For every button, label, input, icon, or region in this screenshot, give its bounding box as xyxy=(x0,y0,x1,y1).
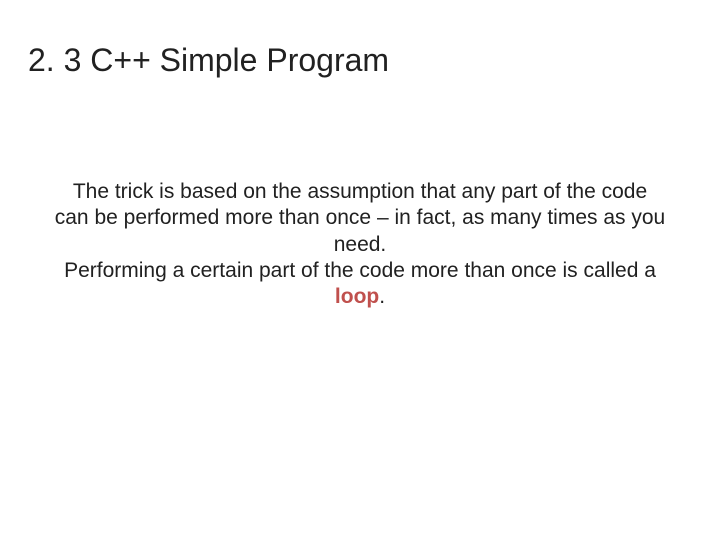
slide-body: The trick is based on the assumption tha… xyxy=(28,179,692,310)
p2-post-text: . xyxy=(379,285,385,308)
slide-title: 2. 3 C++ Simple Program xyxy=(28,42,692,79)
body-paragraph-1: The trick is based on the assumption tha… xyxy=(54,179,666,258)
loop-highlight: loop xyxy=(335,285,379,308)
body-paragraph-2: Performing a certain part of the code mo… xyxy=(54,258,666,311)
p2-pre-text: Performing a certain part of the code mo… xyxy=(64,259,656,282)
slide-container: 2. 3 C++ Simple Program The trick is bas… xyxy=(0,0,720,540)
